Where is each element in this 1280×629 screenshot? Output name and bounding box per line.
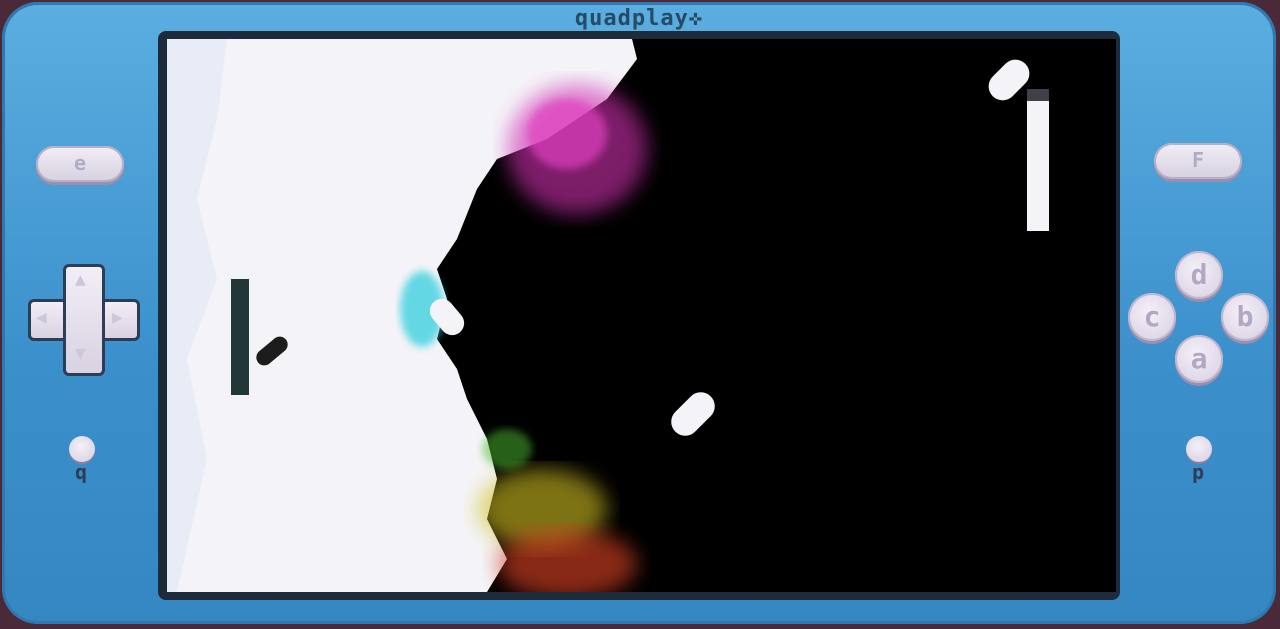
magenta-particles-core [527,99,607,169]
q-button-label: q [75,460,88,484]
a-button-label: a [1190,342,1208,375]
e-button[interactable]: e [36,146,124,182]
c-button-label: c [1143,300,1161,333]
dpad-icon[interactable]: ▲ ▼ ◀ ▶ [28,264,140,376]
game-screen[interactable] [167,39,1116,592]
dpad-up-icon[interactable]: ▲ [75,272,86,288]
ball-white-bottom [671,392,715,436]
d-button[interactable]: d [1175,251,1223,299]
right-paddle [1027,99,1049,231]
b-button[interactable]: b [1221,293,1269,341]
p-button-label: p [1192,460,1205,484]
f-button[interactable]: F [1154,143,1242,179]
e-button-label: e [73,151,87,175]
f-button-label: F [1191,148,1205,172]
brand-logo: quadplay✜ [574,6,704,31]
dpad-left-icon[interactable]: ◀ [36,310,47,326]
b-button-label: b [1236,300,1254,333]
green-particles [482,429,532,469]
dpad-right-icon[interactable]: ▶ [112,310,123,326]
p-button[interactable] [1186,436,1212,462]
right-paddle-cap [1027,89,1049,101]
a-button[interactable]: a [1175,335,1223,383]
dpad-down-icon[interactable]: ▼ [75,346,86,362]
d-button-label: d [1190,258,1208,291]
c-button[interactable]: c [1128,293,1176,341]
left-paddle [231,279,249,395]
q-button[interactable] [69,436,95,462]
game-canvas [167,39,1049,592]
